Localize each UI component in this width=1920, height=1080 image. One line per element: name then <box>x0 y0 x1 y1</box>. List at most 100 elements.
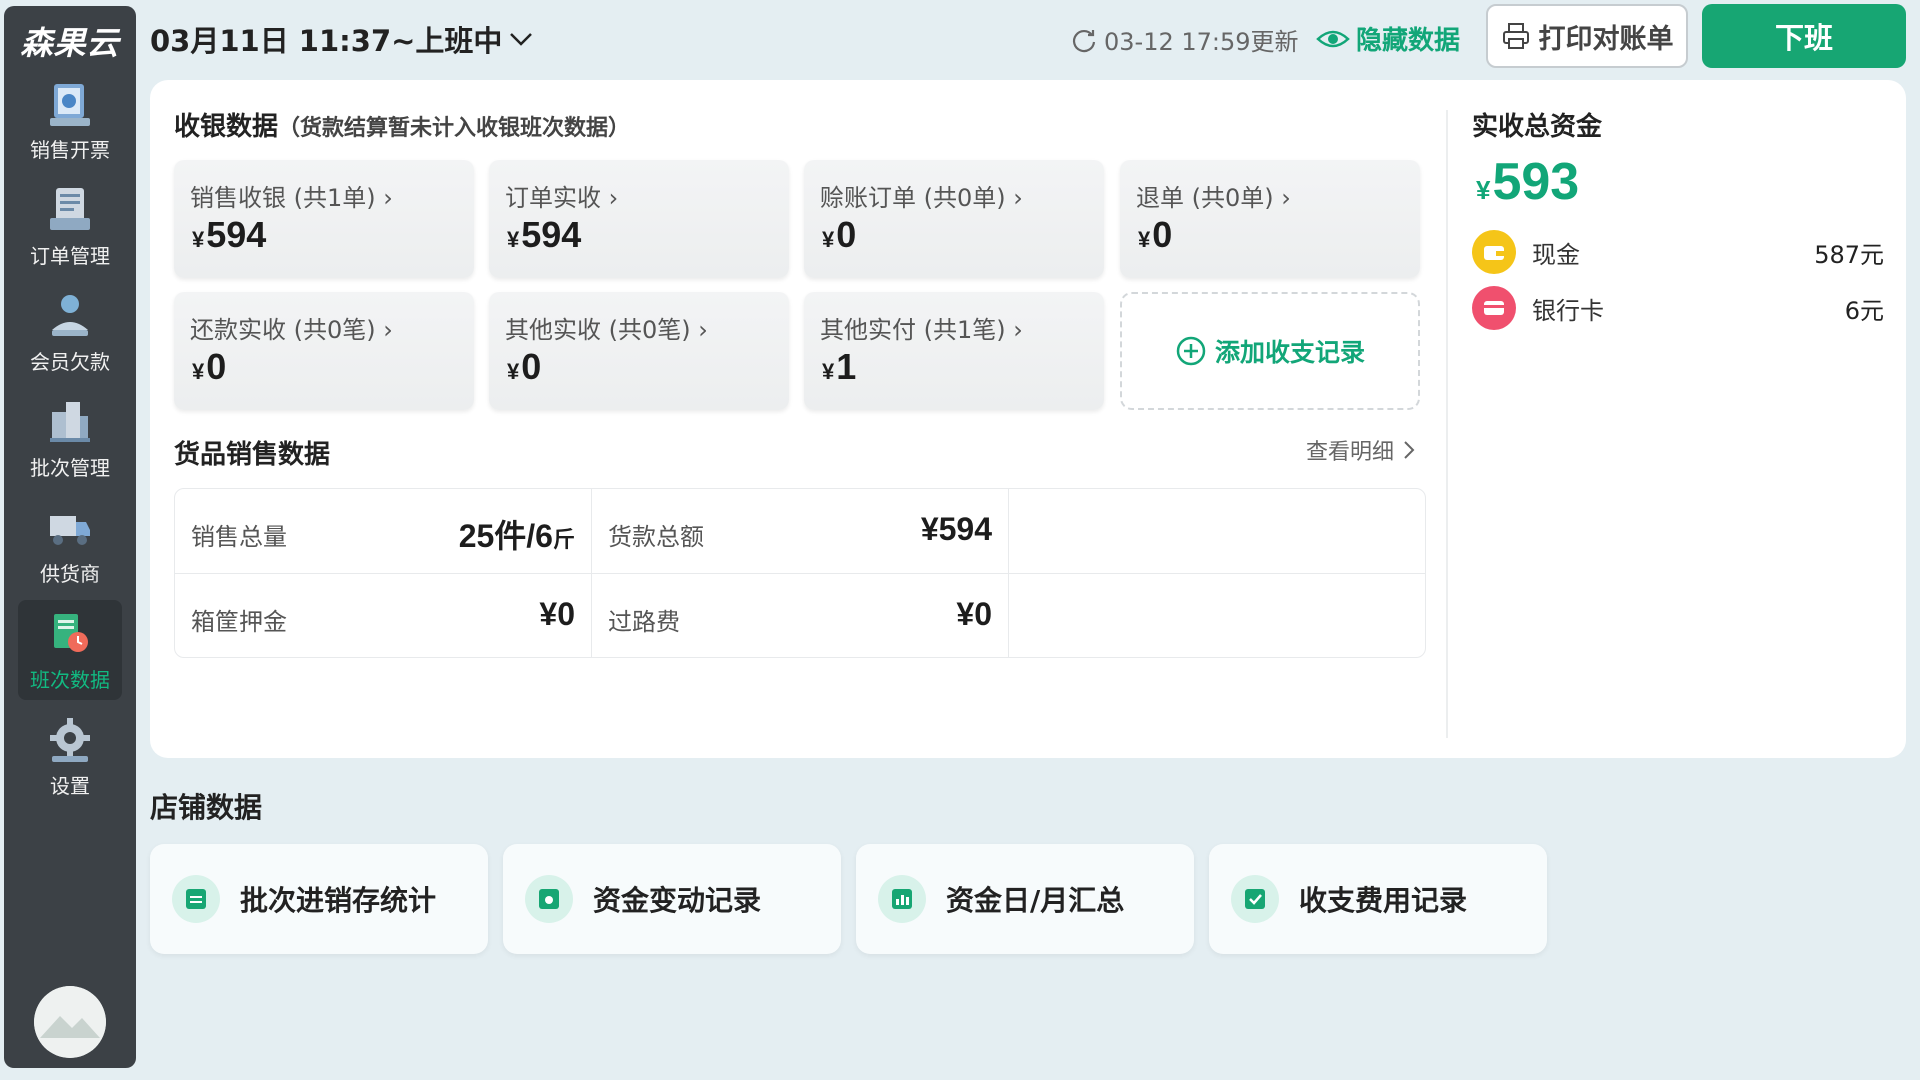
summary-chart-icon <box>878 875 926 923</box>
sidebar-item-batch[interactable]: 批次管理 <box>18 388 122 488</box>
supplier-truck-icon <box>50 516 90 545</box>
fund-record-icon <box>525 875 573 923</box>
table-cell: 销售总量 25件/6斤 <box>175 489 592 574</box>
cell-label: 货款总额 <box>608 523 704 551</box>
sidebar-item-sales-invoice[interactable]: 销售开票 <box>18 70 122 170</box>
payment-name: 现金 <box>1532 240 1580 269</box>
stat-value: ¥594 <box>192 214 267 255</box>
bank-card-icon <box>1472 286 1516 330</box>
stat-card-order-received[interactable]: 订单实收 › ¥594 <box>489 160 789 278</box>
sidebar-item-label: 批次管理 <box>30 456 110 480</box>
total-funds-amount: ¥593 <box>1476 153 1580 211</box>
avatar[interactable] <box>34 986 106 1058</box>
shift-selector[interactable]: 03月11日 11:37~上班中 <box>150 18 534 60</box>
store-card-label: 批次进销存统计 <box>240 884 437 917</box>
cell-value: ¥0 <box>539 596 575 632</box>
stat-value: ¥594 <box>507 214 582 255</box>
store-card-fund-changes[interactable]: 资金变动记录 <box>503 844 841 954</box>
payment-row-cash: 现金 587元 <box>1472 230 1884 274</box>
sidebar: 森果云 销售开票 订单管理 会员欠款 批次管理 供货商 班次数据 设置 <box>4 6 136 1068</box>
refresh-icon <box>1072 29 1096 52</box>
store-card-expense-records[interactable]: 收支费用记录 <box>1209 844 1547 954</box>
plus-circle-icon <box>1176 336 1206 366</box>
cashier-note: （货款结算暂未计入收银班次数据） <box>278 116 631 141</box>
sidebar-item-orders[interactable]: 订单管理 <box>18 176 122 276</box>
hide-data-toggle[interactable]: 隐藏数据 <box>1316 20 1460 57</box>
chevron-right-icon <box>1404 441 1415 459</box>
stat-value: ¥1 <box>822 346 857 387</box>
payment-amount: 587元 <box>1814 240 1884 269</box>
mountain-avatar-icon <box>34 986 106 1058</box>
view-detail-link[interactable]: 查看明细 <box>1306 434 1416 466</box>
cell-value: ¥594 <box>920 511 992 547</box>
stat-value: ¥0 <box>822 214 857 255</box>
shift-summary-card: 收银数据（货款结算暂未计入收银班次数据） 销售收银 (共1单) › ¥594 订… <box>150 80 1906 758</box>
table-cell: 箱筐押金 ¥0 <box>175 574 592 657</box>
table-cell: 货款总额 ¥594 <box>592 489 1009 574</box>
cell-value: ¥0 <box>956 596 992 632</box>
off-duty-button[interactable]: 下班 <box>1702 4 1906 68</box>
goods-sales-table: 销售总量 25件/6斤 货款总额 ¥594 箱筐押金 ¥0 过路费 ¥0 <box>174 488 1426 658</box>
sidebar-item-member-debt[interactable]: 会员欠款 <box>18 282 122 382</box>
table-cell-empty <box>1009 489 1425 574</box>
stat-label: 赊账订单 (共0单) › <box>820 184 1023 212</box>
sidebar-item-label: 销售开票 <box>30 138 110 162</box>
chevron-down-icon <box>510 33 533 46</box>
table-cell: 过路费 ¥0 <box>592 574 1009 657</box>
order-list-icon <box>50 188 90 230</box>
stat-value: ¥0 <box>507 346 542 387</box>
store-card-label: 资金变动记录 <box>593 884 762 917</box>
wallet-icon <box>1472 230 1516 274</box>
add-record-label: 添加收支记录 <box>1214 338 1365 367</box>
stat-label: 销售收银 (共1单) › <box>190 184 393 212</box>
shift-data-icon <box>54 614 88 652</box>
stat-card-credit-orders[interactable]: 赊账订单 (共0单) › ¥0 <box>804 160 1104 278</box>
store-card-fund-summary[interactable]: 资金日/月汇总 <box>856 844 1194 954</box>
cashier-title: 收银数据 <box>174 112 279 142</box>
receipt-icon <box>50 84 90 126</box>
stat-card-sales[interactable]: 销售收银 (共1单) › ¥594 <box>174 160 474 278</box>
stat-card-other-income[interactable]: 其他实收 (共0笔) › ¥0 <box>489 292 789 410</box>
sidebar-item-supplier[interactable]: 供货商 <box>18 494 122 594</box>
store-section-title: 店铺数据 <box>150 791 263 824</box>
cell-value: 25件/6斤 <box>458 518 575 554</box>
goods-section-title: 货品销售数据 <box>174 440 331 470</box>
eye-icon <box>1316 30 1350 47</box>
payment-amount: 6元 <box>1844 296 1884 325</box>
batch-buildings-icon <box>50 402 90 442</box>
ledger-icon <box>172 875 220 923</box>
stat-label: 退单 (共0单) › <box>1136 184 1291 212</box>
hide-data-label: 隐藏数据 <box>1356 26 1461 56</box>
cashier-section-title: 收银数据（货款结算暂未计入收银班次数据） <box>174 106 630 143</box>
print-label: 打印对账单 <box>1538 23 1674 55</box>
cell-label: 过路费 <box>608 608 680 636</box>
table-cell-empty <box>1009 574 1425 657</box>
sidebar-item-label: 订单管理 <box>30 244 110 268</box>
add-record-button[interactable]: 添加收支记录 <box>1120 292 1420 410</box>
stat-label: 订单实收 › <box>505 184 619 212</box>
cell-label: 销售总量 <box>191 523 287 551</box>
member-debt-icon <box>52 295 88 336</box>
store-card-label: 收支费用记录 <box>1299 884 1468 917</box>
payment-name: 银行卡 <box>1532 296 1604 325</box>
sidebar-item-label: 设置 <box>50 774 90 798</box>
vertical-divider <box>1446 110 1448 738</box>
update-text: 03-12 17:59更新 <box>1104 28 1299 56</box>
sidebar-item-label: 会员欠款 <box>30 350 110 374</box>
stat-card-repayment[interactable]: 还款实收 (共0笔) › ¥0 <box>174 292 474 410</box>
stat-card-refunds[interactable]: 退单 (共0单) › ¥0 <box>1120 160 1420 278</box>
store-card-batch-inventory[interactable]: 批次进销存统计 <box>150 844 488 954</box>
stat-label: 其他实收 (共0笔) › <box>505 316 708 344</box>
update-info[interactable]: 03-12 17:59更新 <box>1070 22 1299 57</box>
view-detail-label: 查看明细 <box>1306 440 1395 465</box>
stat-label: 还款实收 (共0笔) › <box>190 316 393 344</box>
shift-title: 03月11日 11:37~上班中 <box>150 24 503 58</box>
stat-card-other-expense[interactable]: 其他实付 (共1笔) › ¥1 <box>804 292 1104 410</box>
print-statement-button[interactable]: 打印对账单 <box>1486 4 1688 68</box>
payment-row-bankcard: 银行卡 6元 <box>1472 286 1884 330</box>
cell-label: 箱筐押金 <box>191 608 287 636</box>
expense-icon <box>1231 875 1279 923</box>
sidebar-item-settings[interactable]: 设置 <box>18 706 122 806</box>
brand-logo: 森果云 <box>20 24 120 62</box>
sidebar-item-shift-data[interactable]: 班次数据 <box>18 600 122 700</box>
